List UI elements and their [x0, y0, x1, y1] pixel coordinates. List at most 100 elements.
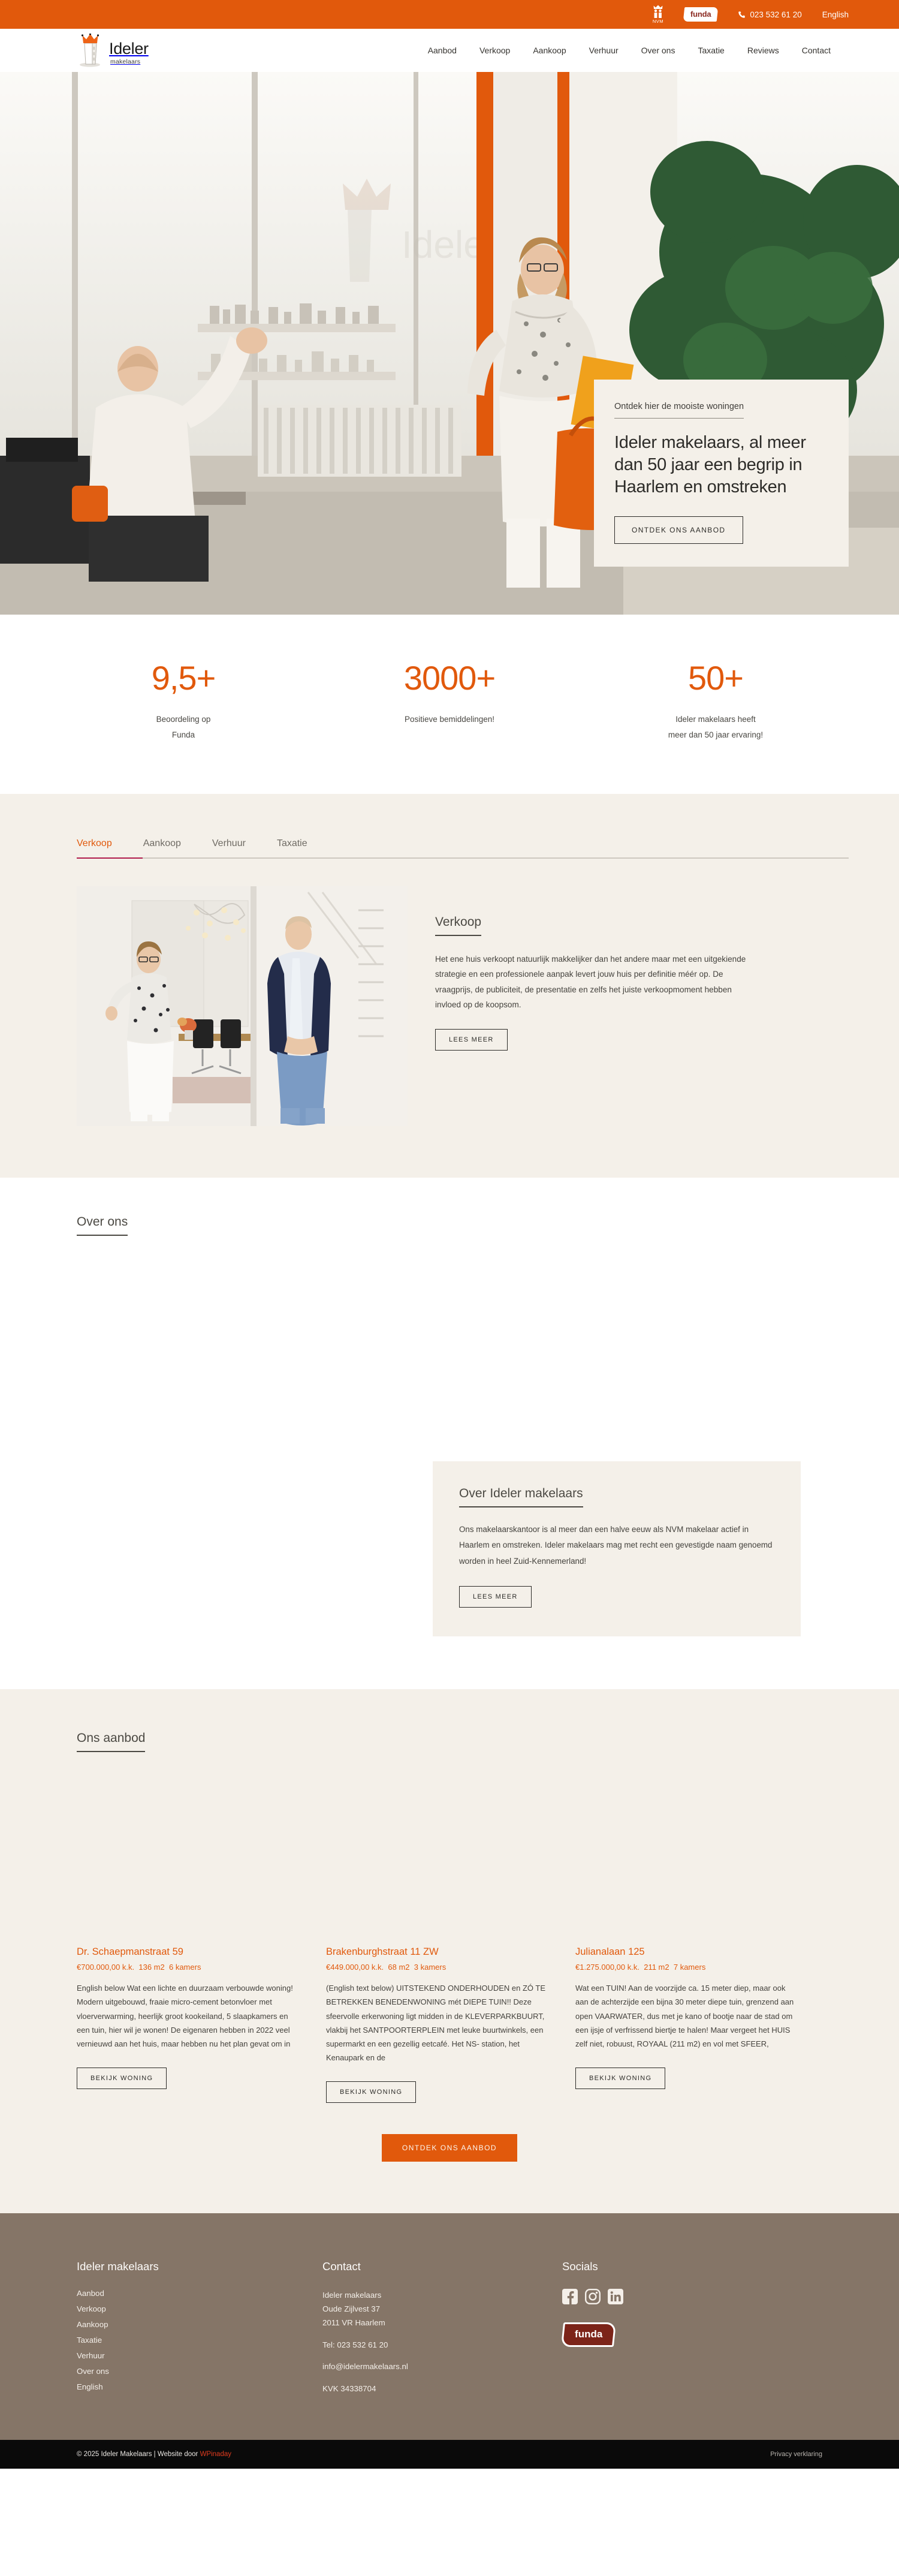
nav-item-contact[interactable]: Contact — [802, 46, 831, 55]
nav-item-reviews[interactable]: Reviews — [747, 46, 779, 55]
footer-email[interactable]: info@idelermakelaars.nl — [322, 2360, 536, 2374]
listing-view-button[interactable]: BEKIJK WONING — [77, 2067, 167, 2089]
listing-photo — [77, 1776, 298, 1934]
listing-view-button[interactable]: BEKIJK WONING — [326, 2081, 417, 2103]
language-switch[interactable]: English — [822, 10, 849, 19]
listing-card[interactable]: Brakenburghstraat 11 ZW €449.000,00 k.k.… — [326, 1776, 548, 2103]
listing-photo — [326, 1776, 548, 1934]
listing-view-button[interactable]: BEKIJK WONING — [575, 2067, 666, 2089]
hero-section: Ideler Ontdek hier de mooiste woningen I… — [0, 72, 899, 615]
footer-column-contact: Contact Ideler makelaars Oude Zijlvest 3… — [296, 2260, 536, 2398]
funda-badge-top[interactable]: funda — [683, 7, 719, 22]
copyright-prefix: © 2025 Ideler Makelaars | Website door — [77, 2451, 200, 2458]
footer-link-aankoop[interactable]: Aankoop — [77, 2320, 296, 2329]
stats-section: 9,5+ Beoordeling op Funda 3000+ Positiev… — [0, 615, 899, 795]
footer-link-verhuur[interactable]: Verhuur — [77, 2351, 296, 2360]
nvm-logo[interactable]: NVM — [653, 5, 663, 24]
stat-label: Positieve bemiddelingen! — [404, 715, 495, 724]
footer-city: 2011 VR Haarlem — [322, 2318, 385, 2327]
footer-heading-contact: Contact — [322, 2260, 361, 2273]
nav-item-aankoop[interactable]: Aankoop — [533, 46, 566, 55]
hero-cta-button[interactable]: ONTDEK ONS AANBOD — [614, 516, 743, 544]
ideler-tower-icon — [77, 33, 104, 67]
panel-body: Het ene huis verkoopt natuurlijk makkeli… — [435, 955, 746, 1009]
funda-label-footer: funda — [575, 2328, 603, 2340]
listings-heading-wrap: Ons aanbod — [50, 1731, 849, 1753]
privacy-link[interactable]: Privacy verklaring — [770, 2451, 849, 2458]
team-photo — [77, 886, 408, 1127]
tab-verhuur[interactable]: Verhuur — [212, 838, 246, 857]
footer-street: Oude Zijlvest 37 — [322, 2304, 381, 2313]
footer-link-aanbod[interactable]: Aanbod — [77, 2289, 296, 2298]
listings-heading: Ons aanbod — [77, 1731, 146, 1753]
services-section: Verkoop Aankoop Verhuur Taxatie Verkoop … — [0, 794, 899, 1178]
tab-taxatie[interactable]: Taxatie — [277, 838, 307, 857]
about-card-body: Ons makelaarskantoor is al meer dan een … — [459, 1525, 773, 1566]
site-logo[interactable]: Ideler makelaars — [77, 33, 149, 67]
footer-column-socials: Socials funda — [536, 2260, 716, 2398]
tab-verkoop[interactable]: Verkoop — [77, 838, 112, 857]
footer-phone[interactable]: Tel: 023 532 61 20 — [322, 2339, 536, 2352]
stat-label: Beoordeling op Funda — [156, 715, 211, 739]
listing-description: English below Wat een lichte en duurzaam… — [77, 1984, 293, 2048]
facebook-icon[interactable] — [562, 2289, 578, 2305]
listing-description: (English text below) UITSTEKEND ONDERHOU… — [326, 1984, 546, 2062]
listing-area: 211 m2 — [644, 1963, 669, 1972]
footer-link-verkoop[interactable]: Verkoop — [77, 2304, 296, 2313]
phone-icon — [738, 11, 746, 19]
nav-item-aanbod[interactable]: Aanbod — [428, 46, 457, 55]
about-read-more-button[interactable]: LEES MEER — [459, 1585, 532, 1608]
listing-title[interactable]: Brakenburghstraat 11 ZW — [326, 1946, 548, 1958]
nav-item-verhuur[interactable]: Verhuur — [589, 46, 619, 55]
footer-kvk: KVK 34338704 — [322, 2384, 376, 2394]
listing-meta: €700.000,00 k.k. 136 m2 6 kamers — [77, 1963, 298, 1972]
listing-card[interactable]: Dr. Schaepmanstraat 59 €700.000,00 k.k. … — [77, 1776, 298, 2089]
listing-area: 68 m2 — [388, 1963, 410, 1972]
logo-name: Ideler — [109, 39, 149, 58]
nav-item-over-ons[interactable]: Over ons — [641, 46, 675, 55]
footer-link-taxatie[interactable]: Taxatie — [77, 2336, 296, 2345]
hero-eyebrow: Ontdek hier de mooiste woningen — [614, 402, 744, 419]
credit-link[interactable]: WPinaday — [200, 2451, 231, 2458]
hero-title: Ideler makelaars, al meer dan 50 jaar ee… — [614, 432, 806, 496]
footer-link-english[interactable]: English — [77, 2382, 296, 2391]
copyright-bar: © 2025 Ideler Makelaars | Website door W… — [0, 2440, 899, 2469]
phone-link[interactable]: 023 532 61 20 — [738, 10, 802, 19]
tabpanel-text: Verkoop Het ene huis verkoopt natuurlijk… — [435, 886, 747, 1051]
funda-label: funda — [690, 10, 711, 19]
crown-icon — [653, 5, 663, 10]
tab-aankoop[interactable]: Aankoop — [143, 838, 181, 857]
listings-grid: Dr. Schaepmanstraat 59 €700.000,00 k.k. … — [50, 1776, 849, 2103]
phone-number: 023 532 61 20 — [750, 10, 802, 19]
tabpanel-verkoop: Verkoop Het ene huis verkoopt natuurlijk… — [50, 859, 849, 1127]
listing-title[interactable]: Dr. Schaepmanstraat 59 — [77, 1946, 298, 1958]
listing-meta: €1.275.000,00 k.k. 211 m2 7 kamers — [575, 1963, 797, 1972]
copyright-text: © 2025 Ideler Makelaars | Website door W… — [50, 2451, 231, 2458]
listing-area: 136 m2 — [138, 1963, 165, 1972]
stat-value: 50+ — [688, 659, 744, 697]
nav-item-verkoop[interactable]: Verkoop — [479, 46, 510, 55]
main-navigation: Aanbod Verkoop Aankoop Verhuur Over ons … — [428, 46, 849, 55]
panel-heading: Verkoop — [435, 915, 482, 937]
stat-value: 3000+ — [403, 659, 496, 697]
listing-title[interactable]: Julianalaan 125 — [575, 1946, 797, 1958]
services-tablist: Verkoop Aankoop Verhuur Taxatie — [50, 838, 849, 857]
listing-rooms: 6 kamers — [168, 1963, 201, 1972]
listing-card[interactable]: Julianalaan 125 €1.275.000,00 k.k. 211 m… — [575, 1776, 797, 2089]
panel-read-more-button[interactable]: LEES MEER — [435, 1028, 508, 1051]
nav-item-taxatie[interactable]: Taxatie — [698, 46, 724, 55]
listings-cta-wrap: ONTDEK ONS AANBOD — [50, 2134, 849, 2162]
about-section: Over ons Over Ideler makelaars Ons makel… — [0, 1178, 899, 1690]
footer-link-over-ons[interactable]: Over ons — [77, 2367, 296, 2376]
listing-price: €1.275.000,00 k.k. — [575, 1963, 639, 1972]
listings-cta-button[interactable]: ONTDEK ONS AANBOD — [381, 2134, 518, 2162]
about-section-heading: Over ons — [77, 1215, 128, 1236]
about-card: Over Ideler makelaars Ons makelaarskanto… — [433, 1461, 801, 1636]
funda-badge-footer[interactable]: funda — [560, 2322, 617, 2348]
nvm-people-icon — [653, 9, 663, 19]
linkedin-icon[interactable] — [608, 2289, 623, 2305]
listing-rooms: 3 kamers — [414, 1963, 447, 1972]
listing-price: €449.000,00 k.k. — [326, 1963, 384, 1972]
site-header: Ideler makelaars Aanbod Verkoop Aankoop … — [0, 29, 899, 72]
instagram-icon[interactable] — [585, 2289, 601, 2305]
